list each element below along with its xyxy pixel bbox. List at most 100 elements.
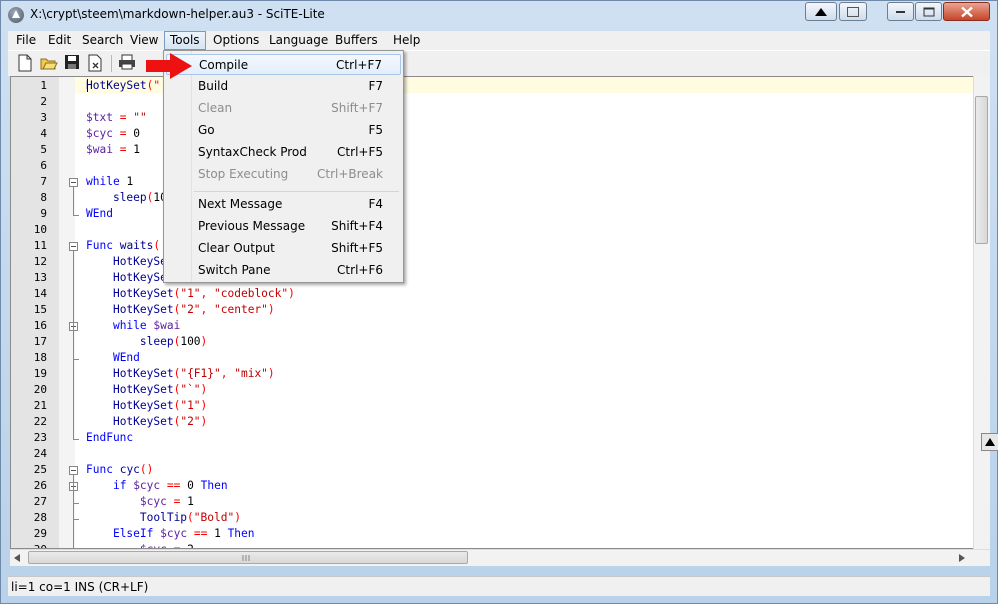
toolbar-separator	[111, 55, 112, 72]
code-token: "center"	[214, 303, 268, 316]
menu-search[interactable]: Search	[77, 31, 128, 50]
menu-item-label: Clear Output	[198, 241, 275, 255]
line-number: 13	[33, 271, 47, 284]
print-button[interactable]	[118, 54, 136, 72]
save-button[interactable]	[64, 54, 82, 72]
tools-menu-item-syntaxcheck-prod[interactable]: SyntaxCheck Prod Ctrl+F5	[166, 142, 401, 163]
code-token: HotKeySet	[112, 367, 174, 380]
code-token: "1"	[180, 399, 201, 412]
fold-toggle-icon[interactable]	[69, 242, 78, 251]
fold-toggle-icon[interactable]	[69, 178, 78, 187]
close-file-button[interactable]	[87, 54, 105, 72]
code-line: ElseIf $cyc == 1 Then	[86, 527, 255, 540]
code-token: "{F1}"	[180, 367, 221, 380]
output-pane-toggle[interactable]	[981, 433, 998, 451]
menu-edit[interactable]: Edit	[43, 31, 76, 50]
code-token: )	[288, 287, 295, 300]
fold-guide-line	[73, 331, 74, 359]
fold-end-marker	[73, 359, 79, 360]
line-number: 12	[33, 255, 47, 268]
code-token: HotKeySet	[86, 79, 147, 92]
menu-options[interactable]: Options	[208, 31, 264, 50]
code-token: HotKeySe	[112, 271, 167, 284]
line-number: 26	[33, 479, 47, 492]
grip-icon	[242, 555, 250, 561]
new-file-icon	[18, 54, 32, 72]
vertical-scroll-thumb[interactable]	[975, 96, 988, 244]
menu-bar: File Edit Search View Tools Options Lang…	[8, 31, 990, 50]
line-number: 17	[33, 335, 47, 348]
menu-language[interactable]: Language	[264, 31, 333, 50]
tools-menu-item-compile[interactable]: Compile Ctrl+F7	[166, 54, 401, 75]
minimize-button[interactable]	[887, 2, 914, 21]
code-token: sleep	[112, 191, 147, 204]
menu-file[interactable]: File	[11, 31, 41, 50]
menu-view[interactable]: View	[125, 31, 163, 50]
menu-item-label: SyntaxCheck Prod	[198, 145, 307, 159]
save-icon	[65, 55, 79, 69]
code-token: 0	[187, 479, 194, 492]
code-token: 1	[187, 495, 194, 508]
code-editor[interactable]: 1 2 3 4 5 6 7 8 9 10 11 12 13 14 15 16 17 18 19 20 21 22 23 24 2…	[10, 76, 990, 549]
menu-tools[interactable]: Tools	[164, 31, 206, 50]
restore-tile-button[interactable]	[839, 2, 867, 21]
menu-help[interactable]: Help	[388, 31, 425, 50]
scroll-right-arrow-icon[interactable]	[959, 554, 965, 562]
code-line: HotKeySet("1", "codeblock")	[86, 287, 295, 300]
menu-item-label: Next Message	[198, 197, 283, 211]
code-line: HotKeySet("`")	[86, 383, 207, 396]
open-file-button[interactable]	[40, 54, 58, 72]
code-token: )	[200, 383, 208, 396]
code-token: sleep	[139, 335, 174, 348]
line-number: 16	[33, 319, 47, 332]
fold-guide-line	[73, 491, 74, 548]
scite-app-icon[interactable]	[8, 7, 24, 23]
maximize-button[interactable]	[915, 2, 942, 21]
line-number: 19	[33, 367, 47, 380]
code-line: HotKeySet("2", "center")	[86, 303, 275, 316]
code-token: "2"	[180, 303, 201, 316]
maximize-icon	[923, 7, 934, 16]
menu-item-label: Stop Executing	[198, 167, 289, 181]
tools-menu-item-switch-pane[interactable]: Switch Pane Ctrl+F6	[166, 260, 401, 281]
triangle-up-icon	[815, 7, 827, 16]
horizontal-scroll-thumb[interactable]	[28, 551, 468, 564]
fold-toggle-icon[interactable]	[69, 466, 78, 475]
line-number: 21	[33, 399, 47, 412]
new-file-button[interactable]	[17, 54, 35, 72]
title-bar[interactable]: X:\crypt\steem\markdown-helper.au3 - Sci…	[1, 1, 997, 29]
tools-menu-item-next-message[interactable]: Next Message F4	[166, 194, 401, 215]
line-number: 2	[40, 95, 47, 108]
close-icon	[960, 6, 973, 17]
tools-menu-item-build[interactable]: Build F7	[166, 76, 401, 97]
line-number: 25	[33, 463, 47, 476]
code-token: ""	[133, 111, 147, 124]
close-window-button[interactable]	[943, 2, 990, 21]
menu-buffers[interactable]: Buffers	[330, 31, 383, 50]
open-folder-icon	[40, 58, 58, 70]
tools-menu-item-clear-output[interactable]: Clear Output Shift+F5	[166, 238, 401, 259]
vertical-scrollbar[interactable]	[973, 76, 990, 549]
tools-menu-item-go[interactable]: Go F5	[166, 120, 401, 141]
code-line: $cyc = 1	[86, 495, 194, 508]
scroll-left-arrow-icon[interactable]	[14, 554, 20, 562]
line-number: 14	[33, 287, 47, 300]
horizontal-scrollbar[interactable]	[10, 549, 990, 566]
scroll-up-control[interactable]	[805, 2, 837, 21]
menu-item-shortcut: Ctrl+Break	[317, 167, 383, 181]
code-line: while 1	[86, 175, 133, 188]
code-line: HotKeySet("	[86, 79, 160, 92]
tools-menu-item-previous-message[interactable]: Previous Message Shift+F4	[166, 216, 401, 237]
code-token: HotKeySet	[112, 399, 174, 412]
code-token: )	[267, 367, 275, 380]
